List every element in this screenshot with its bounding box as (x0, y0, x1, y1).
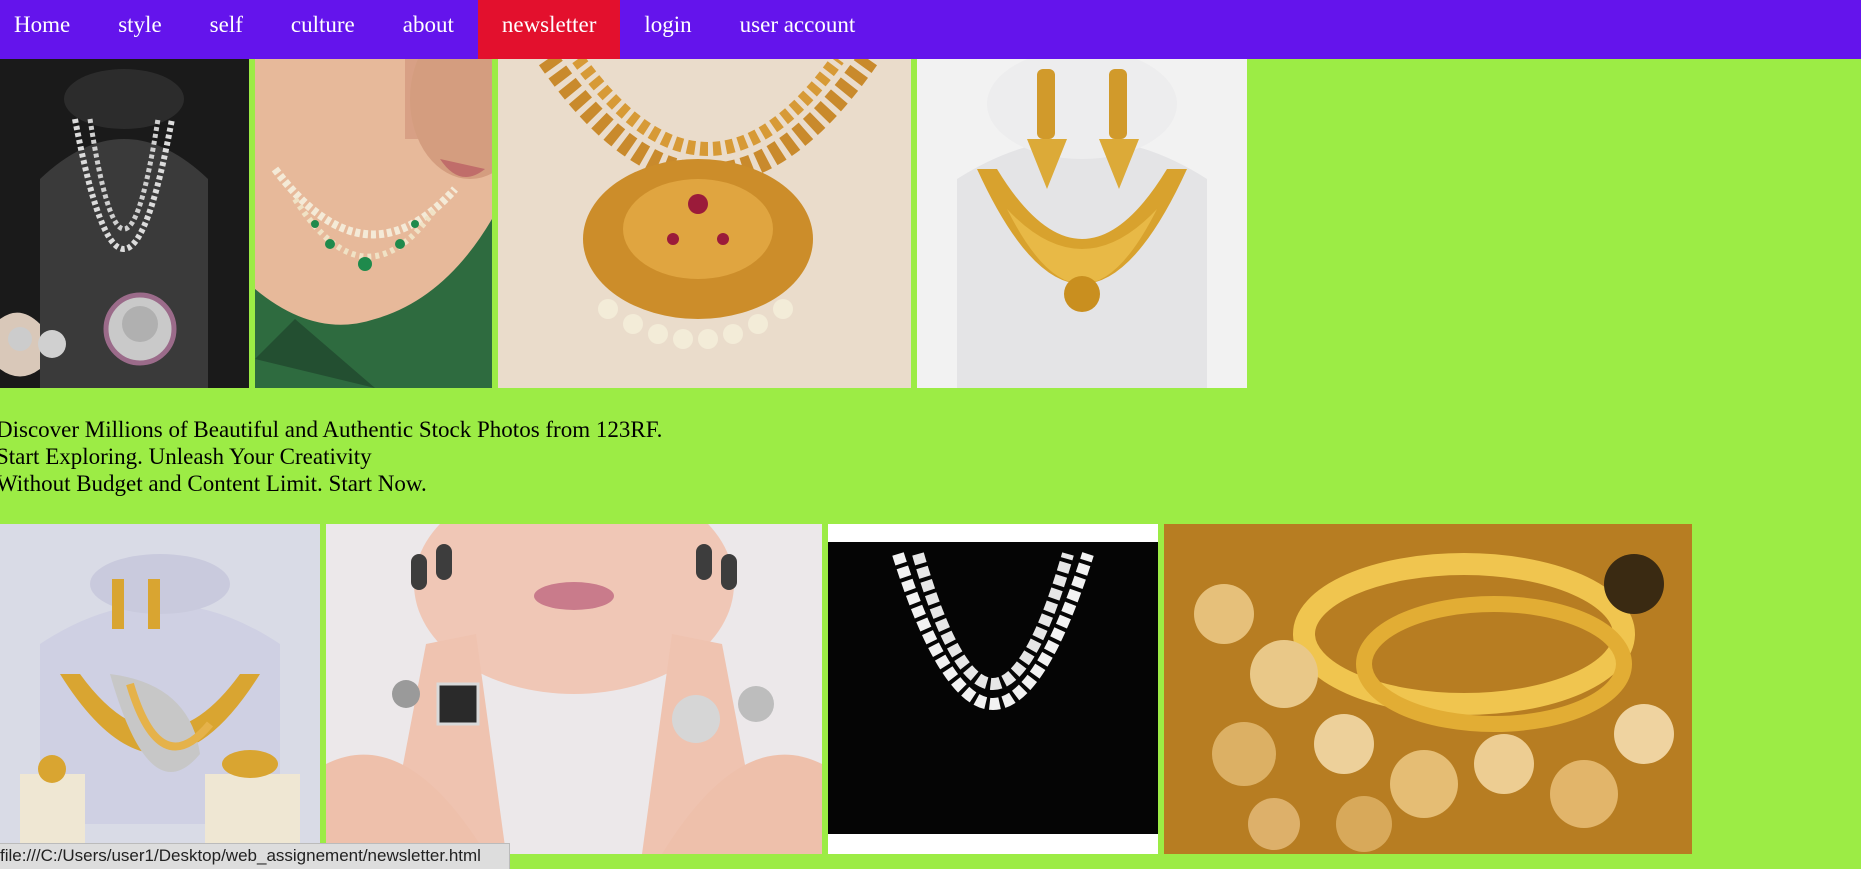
photo-silver-necklace-bust (0, 59, 249, 388)
top-nav: Home style self culture about newsletter… (0, 0, 1861, 59)
nav-style-link[interactable]: style (94, 0, 185, 50)
photo-gold-necklace-set-bust (0, 524, 320, 854)
caption-line-3: Without Budget and Content Limit. Start … (0, 471, 427, 496)
photo-gold-necklace-earrings (917, 59, 1247, 388)
status-bar-url: file:///C:/Users/user1/Desktop/web_assig… (0, 843, 510, 869)
nav-about-link[interactable]: about (379, 0, 478, 50)
nav-login-link[interactable]: login (620, 0, 715, 50)
nav-self-link[interactable]: self (186, 0, 267, 50)
nav-newsletter-link[interactable]: newsletter (477, 0, 621, 59)
caption-line-1: Discover Millions of Beautiful and Authe… (0, 417, 663, 442)
nav-home-link[interactable]: Home (0, 0, 94, 50)
photo-gold-jewelry-pearls (1164, 524, 1692, 854)
photo-pearl-necklace (828, 524, 1158, 854)
caption-line-2: Start Exploring. Unleash Your Creativity (0, 444, 372, 469)
nav-culture-link[interactable]: culture (267, 0, 379, 50)
photo-gold-pendant-necklace (498, 59, 911, 388)
photo-hands-rings (326, 524, 822, 854)
nav-user-account-link[interactable]: user account (716, 0, 880, 50)
promo-caption: Discover Millions of Beautiful and Authe… (0, 416, 662, 497)
photo-diamond-necklace-woman (255, 59, 492, 388)
